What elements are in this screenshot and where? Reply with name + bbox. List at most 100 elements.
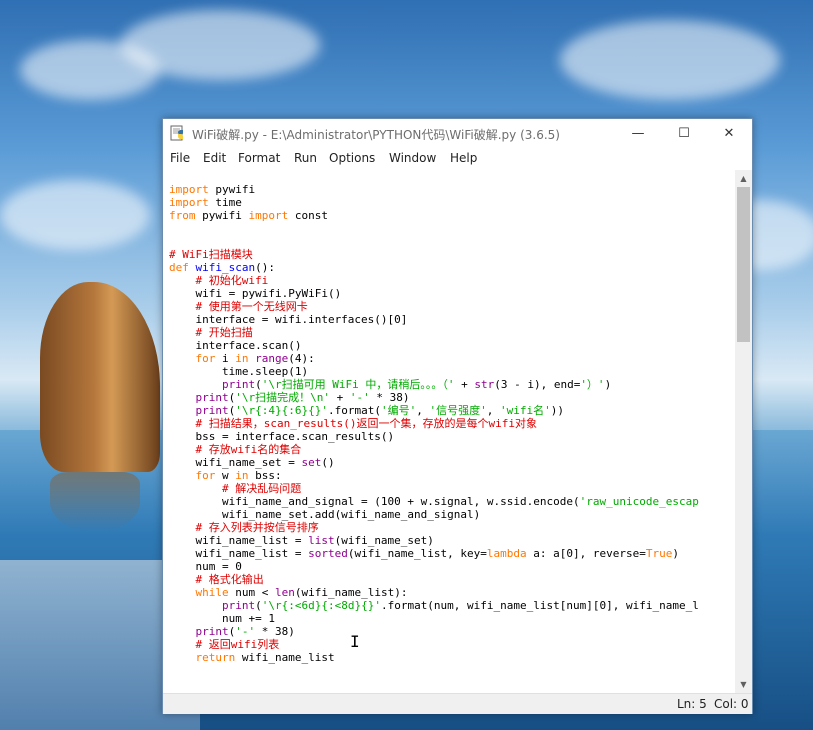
code-line[interactable]: # 存放wifi名的集合: [169, 443, 302, 456]
code-line[interactable]: for w in bss:: [169, 469, 282, 482]
code-token: for: [195, 352, 216, 365]
code-token: ,: [486, 404, 500, 417]
scroll-up-icon[interactable]: ▲: [735, 170, 752, 187]
code-token: '-': [349, 391, 370, 404]
code-line[interactable]: from pywifi import const: [169, 209, 328, 222]
code-token: return: [195, 651, 236, 664]
code-line[interactable]: wifi_name_list = list(wifi_name_set): [169, 534, 434, 547]
code-token: time: [208, 196, 242, 209]
menu-format[interactable]: Format: [238, 151, 280, 165]
status-column: Col: 0: [714, 697, 749, 711]
code-line[interactable]: interface = wifi.interfaces()[0]: [169, 313, 407, 326]
code-line[interactable]: wifi_name_set = set(): [169, 456, 334, 469]
code-line[interactable]: import pywifi: [169, 183, 255, 196]
code-token: range: [255, 352, 289, 365]
code-token: in: [235, 469, 249, 482]
code-line[interactable]: # 格式化输出: [169, 573, 264, 586]
code-line[interactable]: # 返回wifi列表: [169, 638, 280, 651]
code-line[interactable]: print('\r扫描完成！\n' + '-' * 38): [169, 391, 410, 404]
code-token: import: [248, 209, 289, 222]
code-token: pywifi: [195, 209, 249, 222]
code-line[interactable]: bss = interface.scan_results(): [169, 430, 394, 443]
code-token: i: [215, 352, 236, 365]
code-token: w: [215, 469, 236, 482]
code-token: len: [274, 586, 295, 599]
menu-window[interactable]: Window: [389, 151, 436, 165]
code-line[interactable]: for i in range(4):: [169, 352, 315, 365]
menu-edit[interactable]: Edit: [203, 151, 226, 165]
menu-options[interactable]: Options: [329, 151, 375, 165]
code-line[interactable]: num = 0: [169, 560, 242, 573]
vertical-scrollbar[interactable]: ▲ ▼: [735, 170, 752, 693]
cloud: [120, 10, 320, 80]
code-line[interactable]: # 扫描结果，scan_results()返回一个集，存放的是每个wifi对象: [169, 417, 537, 430]
code-line[interactable]: interface.scan(): [169, 339, 301, 352]
code-token: from: [169, 209, 196, 222]
code-line[interactable]: def wifi_scan():: [169, 261, 275, 274]
sea-rock: [40, 282, 160, 472]
scroll-thumb[interactable]: [737, 187, 750, 342]
code-token: for: [195, 469, 216, 482]
scroll-down-icon[interactable]: ▼: [735, 676, 752, 693]
code-editor[interactable]: import pywifi import time from pywifi im…: [163, 170, 735, 693]
code-token: wifi_scan: [195, 261, 256, 274]
code-token: in: [235, 352, 249, 365]
code-token: '\r扫描可用 WiFi 中，请稍后。。。（': [261, 378, 455, 391]
code-token: import: [169, 196, 209, 209]
code-token: str: [474, 378, 495, 391]
code-token: bss:: [248, 469, 282, 482]
close-button[interactable]: ✕: [706, 119, 752, 148]
code-token: # 使用第一个无线网卡: [195, 300, 308, 313]
code-line[interactable]: wifi_name_and_signal = (100 + w.signal, …: [169, 495, 699, 508]
code-line[interactable]: while num < len(wifi_name_list):: [169, 586, 408, 599]
code-line[interactable]: # 存入列表并按信号排序: [169, 521, 319, 534]
code-line[interactable]: wifi_name_list = sorted(wifi_name_list, …: [169, 547, 679, 560]
code-text[interactable]: import pywifi import time from pywifi im…: [169, 183, 699, 664]
code-token: (4):: [288, 352, 315, 365]
code-token: (: [255, 378, 262, 391]
code-line[interactable]: # 初始化wifi: [169, 274, 269, 287]
code-line[interactable]: wifi = pywifi.PyWiFi(): [169, 287, 341, 300]
code-line[interactable]: print('\r扫描可用 WiFi 中，请稍后。。。（' + str(3 - …: [169, 378, 611, 391]
code-token: print: [195, 625, 229, 638]
menu-help[interactable]: Help: [450, 151, 477, 165]
code-line[interactable]: time.sleep(1): [169, 365, 308, 378]
idle-editor-window: WiFi破解.py - E:\Administrator\PYTHON代码\Wi…: [162, 118, 753, 714]
code-token: sorted: [308, 547, 348, 560]
menu-file[interactable]: File: [170, 151, 190, 165]
maximize-button[interactable]: ☐: [661, 119, 707, 148]
code-line[interactable]: print('-' * 38): [169, 625, 295, 638]
code-token: num += 1: [169, 612, 275, 625]
code-token: wifi_name_set.add(wifi_name_and_signal): [169, 508, 481, 521]
code-line[interactable]: print('\r{:4}{:6}{}'.format('编号', '信号强度'…: [169, 404, 564, 417]
code-line[interactable]: print('\r{:<6d}{:<8d}{}'.format(num, wif…: [169, 599, 699, 612]
code-line[interactable]: num += 1: [169, 612, 275, 625]
minimize-button[interactable]: —: [615, 119, 661, 148]
menu-run[interactable]: Run: [294, 151, 317, 165]
code-token: # 格式化输出: [195, 573, 264, 586]
code-token: while: [195, 586, 229, 599]
code-line[interactable]: # 使用第一个无线网卡: [169, 300, 308, 313]
title-bar[interactable]: WiFi破解.py - E:\Administrator\PYTHON代码\Wi…: [163, 119, 752, 148]
code-token: ():: [255, 261, 275, 274]
code-token: (wifi_name_set): [334, 534, 434, 547]
code-token: num = 0: [169, 560, 242, 573]
code-line[interactable]: return wifi_name_list: [169, 651, 335, 664]
code-line[interactable]: import time: [169, 196, 242, 209]
code-token: # 初始化wifi: [195, 274, 269, 287]
code-token: wifi_name_list: [235, 651, 335, 664]
code-line[interactable]: # 解决乱码问题: [169, 482, 301, 495]
code-line[interactable]: wifi_name_set.add(wifi_name_and_signal): [169, 508, 480, 521]
code-line[interactable]: # WiFi扫描模块: [169, 248, 253, 261]
status-bar: Ln: 5 Col: 0: [163, 693, 752, 714]
code-token: # 扫描结果，scan_results()返回一个集，存放的是每个wifi对象: [195, 417, 537, 430]
code-token: '\r{:4}{:6}{}': [235, 404, 328, 417]
code-line[interactable]: # 开始扫描: [169, 326, 253, 339]
code-token: )): [550, 404, 564, 417]
